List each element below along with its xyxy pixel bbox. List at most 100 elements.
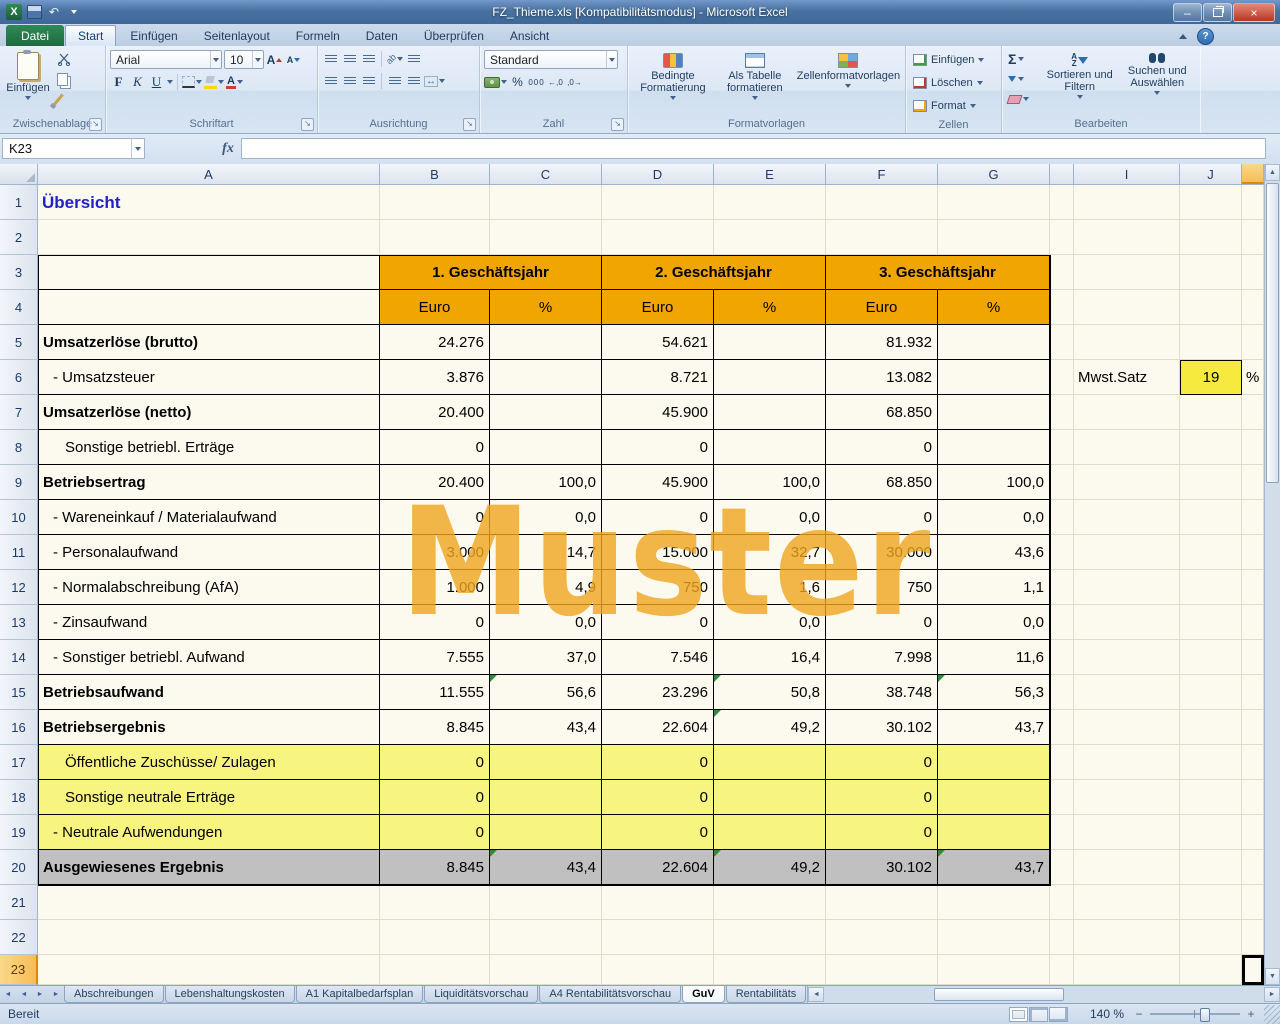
cell-A14[interactable]: - Sonstiger betriebl. Aufwand	[38, 640, 380, 675]
cell-D18[interactable]: 0	[602, 780, 714, 815]
sheet-tab-liquiditätsvorschau[interactable]: Liquiditätsvorschau	[424, 986, 538, 1003]
cell-E9[interactable]: 100,0	[714, 465, 826, 500]
next-sheet-button[interactable]: ►	[32, 986, 48, 1003]
file-tab[interactable]: Datei	[6, 25, 64, 46]
cell-D15[interactable]: 23.296	[602, 675, 714, 710]
tab-ueberpruefen[interactable]: Überprüfen	[412, 26, 496, 46]
restore-button[interactable]	[1203, 3, 1232, 22]
sheet-tab-a1-kapitalbedarfsplan[interactable]: A1 Kapitalbedarfsplan	[296, 986, 424, 1003]
column-header-E[interactable]: E	[714, 164, 826, 184]
cell-F17[interactable]: 0	[826, 745, 938, 780]
tab-formeln[interactable]: Formeln	[284, 26, 352, 46]
cell-C18[interactable]	[490, 780, 602, 815]
cell-B11[interactable]: 3.000	[380, 535, 490, 570]
clipboard-dialog-launcher[interactable]: ↘	[89, 118, 102, 131]
cell-D3[interactable]: 2. Geschäftsjahr	[602, 255, 826, 290]
cell-D16[interactable]: 22.604	[602, 710, 714, 745]
column-header-A[interactable]: A	[38, 164, 380, 184]
cut-button[interactable]	[55, 50, 87, 68]
cell-E18[interactable]	[714, 780, 826, 815]
font-size-select[interactable]: 10	[224, 50, 264, 69]
shrink-font-button[interactable]: A	[285, 51, 302, 69]
align-center-button[interactable]	[341, 72, 358, 90]
cell-J6[interactable]: 19	[1180, 360, 1242, 395]
cell-D5[interactable]: 54.621	[602, 325, 714, 360]
cell-E17[interactable]	[714, 745, 826, 780]
cell-F15[interactable]: 38.748	[826, 675, 938, 710]
row-header-7[interactable]: 7	[0, 395, 38, 430]
cell-B7[interactable]: 20.400	[380, 395, 490, 430]
row-header-18[interactable]: 18	[0, 780, 38, 815]
zoom-in-button[interactable]: +	[1244, 1007, 1258, 1021]
cell-E13[interactable]: 0,0	[714, 605, 826, 640]
row-header-8[interactable]: 8	[0, 430, 38, 465]
cell-F8[interactable]: 0	[826, 430, 938, 465]
cell-D6[interactable]: 8.721	[602, 360, 714, 395]
cell-E10[interactable]: 0,0	[714, 500, 826, 535]
row-header-22[interactable]: 22	[0, 920, 38, 955]
cell-E19[interactable]	[714, 815, 826, 850]
cell-G11[interactable]: 43,6	[938, 535, 1050, 570]
font-name-select[interactable]: Arial	[110, 50, 222, 69]
align-right-button[interactable]	[360, 72, 377, 90]
cell-G10[interactable]: 0,0	[938, 500, 1050, 535]
cell-G9[interactable]: 100,0	[938, 465, 1050, 500]
sheet-tab-rentabilitäts[interactable]: Rentabilitäts	[726, 986, 807, 1003]
cell-F4[interactable]: Euro	[826, 290, 938, 325]
cell-G14[interactable]: 11,6	[938, 640, 1050, 675]
page-layout-view-button[interactable]	[1029, 1007, 1048, 1022]
sheet-tab-abschreibungen[interactable]: Abschreibungen	[64, 986, 164, 1003]
align-bottom-button[interactable]	[360, 50, 377, 68]
tab-seitenlayout[interactable]: Seitenlayout	[192, 26, 282, 46]
last-sheet-button[interactable]: ►	[48, 986, 64, 1003]
cell-A3[interactable]	[38, 255, 380, 290]
cell-A4[interactable]	[38, 290, 380, 325]
column-header-G[interactable]: G	[938, 164, 1050, 184]
cell-G13[interactable]: 0,0	[938, 605, 1050, 640]
cell-F9[interactable]: 68.850	[826, 465, 938, 500]
format-cells-button[interactable]: Format	[910, 96, 997, 115]
cell-E11[interactable]: 32,7	[714, 535, 826, 570]
page-break-view-button[interactable]	[1049, 1007, 1068, 1022]
cell-A9[interactable]: Betriebsertrag	[38, 465, 380, 500]
cell-B17[interactable]: 0	[380, 745, 490, 780]
cell-A18[interactable]: Sonstige neutrale Erträge	[38, 780, 380, 815]
cell-A7[interactable]: Umsatzerlöse (netto)	[38, 395, 380, 430]
cell-G12[interactable]: 1,1	[938, 570, 1050, 605]
paste-button[interactable]: Einfügen	[4, 50, 52, 117]
cell-G19[interactable]	[938, 815, 1050, 850]
sort-filter-button[interactable]: AZ Sortieren und Filtern	[1044, 50, 1116, 117]
row-header-4[interactable]: 4	[0, 290, 38, 325]
cell-B5[interactable]: 24.276	[380, 325, 490, 360]
increase-decimal-button[interactable]: ←,0	[547, 73, 564, 91]
cell-D17[interactable]: 0	[602, 745, 714, 780]
alignment-dialog-launcher[interactable]: ↘	[463, 118, 476, 131]
cell-F12[interactable]: 750	[826, 570, 938, 605]
format-painter-button[interactable]	[55, 90, 87, 108]
cell-E16[interactable]: 49,2	[714, 710, 826, 745]
zoom-slider[interactable]	[1150, 1007, 1240, 1021]
column-header-C[interactable]: C	[490, 164, 602, 184]
vertical-scroll-thumb[interactable]	[1266, 183, 1279, 483]
cell-styles-button[interactable]: Zellenformatvorlagen	[796, 50, 901, 117]
vertical-scrollbar[interactable]: ▲ ▼	[1264, 164, 1280, 985]
column-header-D[interactable]: D	[602, 164, 714, 184]
cell-C12[interactable]: 4,9	[490, 570, 602, 605]
row-header-20[interactable]: 20	[0, 850, 38, 885]
cell-B19[interactable]: 0	[380, 815, 490, 850]
cell-B9[interactable]: 20.400	[380, 465, 490, 500]
zoom-out-button[interactable]: −	[1132, 1007, 1146, 1021]
row-header-3[interactable]: 3	[0, 255, 38, 290]
cell-C7[interactable]	[490, 395, 602, 430]
cell-E8[interactable]	[714, 430, 826, 465]
clear-button[interactable]	[1006, 90, 1038, 108]
cell-A11[interactable]: - Personalaufwand	[38, 535, 380, 570]
cell-D14[interactable]: 7.546	[602, 640, 714, 675]
font-dialog-launcher[interactable]: ↘	[301, 118, 314, 131]
column-header-F[interactable]: F	[826, 164, 938, 184]
previous-sheet-button[interactable]: ◄	[16, 986, 32, 1003]
tab-daten[interactable]: Daten	[354, 26, 410, 46]
cell-A8[interactable]: Sonstige betriebl. Erträge	[38, 430, 380, 465]
sheet-tab-a4-rentabilitätsvorschau[interactable]: A4 Rentabilitätsvorschau	[539, 986, 681, 1003]
column-header-H[interactable]: H	[1050, 164, 1074, 184]
